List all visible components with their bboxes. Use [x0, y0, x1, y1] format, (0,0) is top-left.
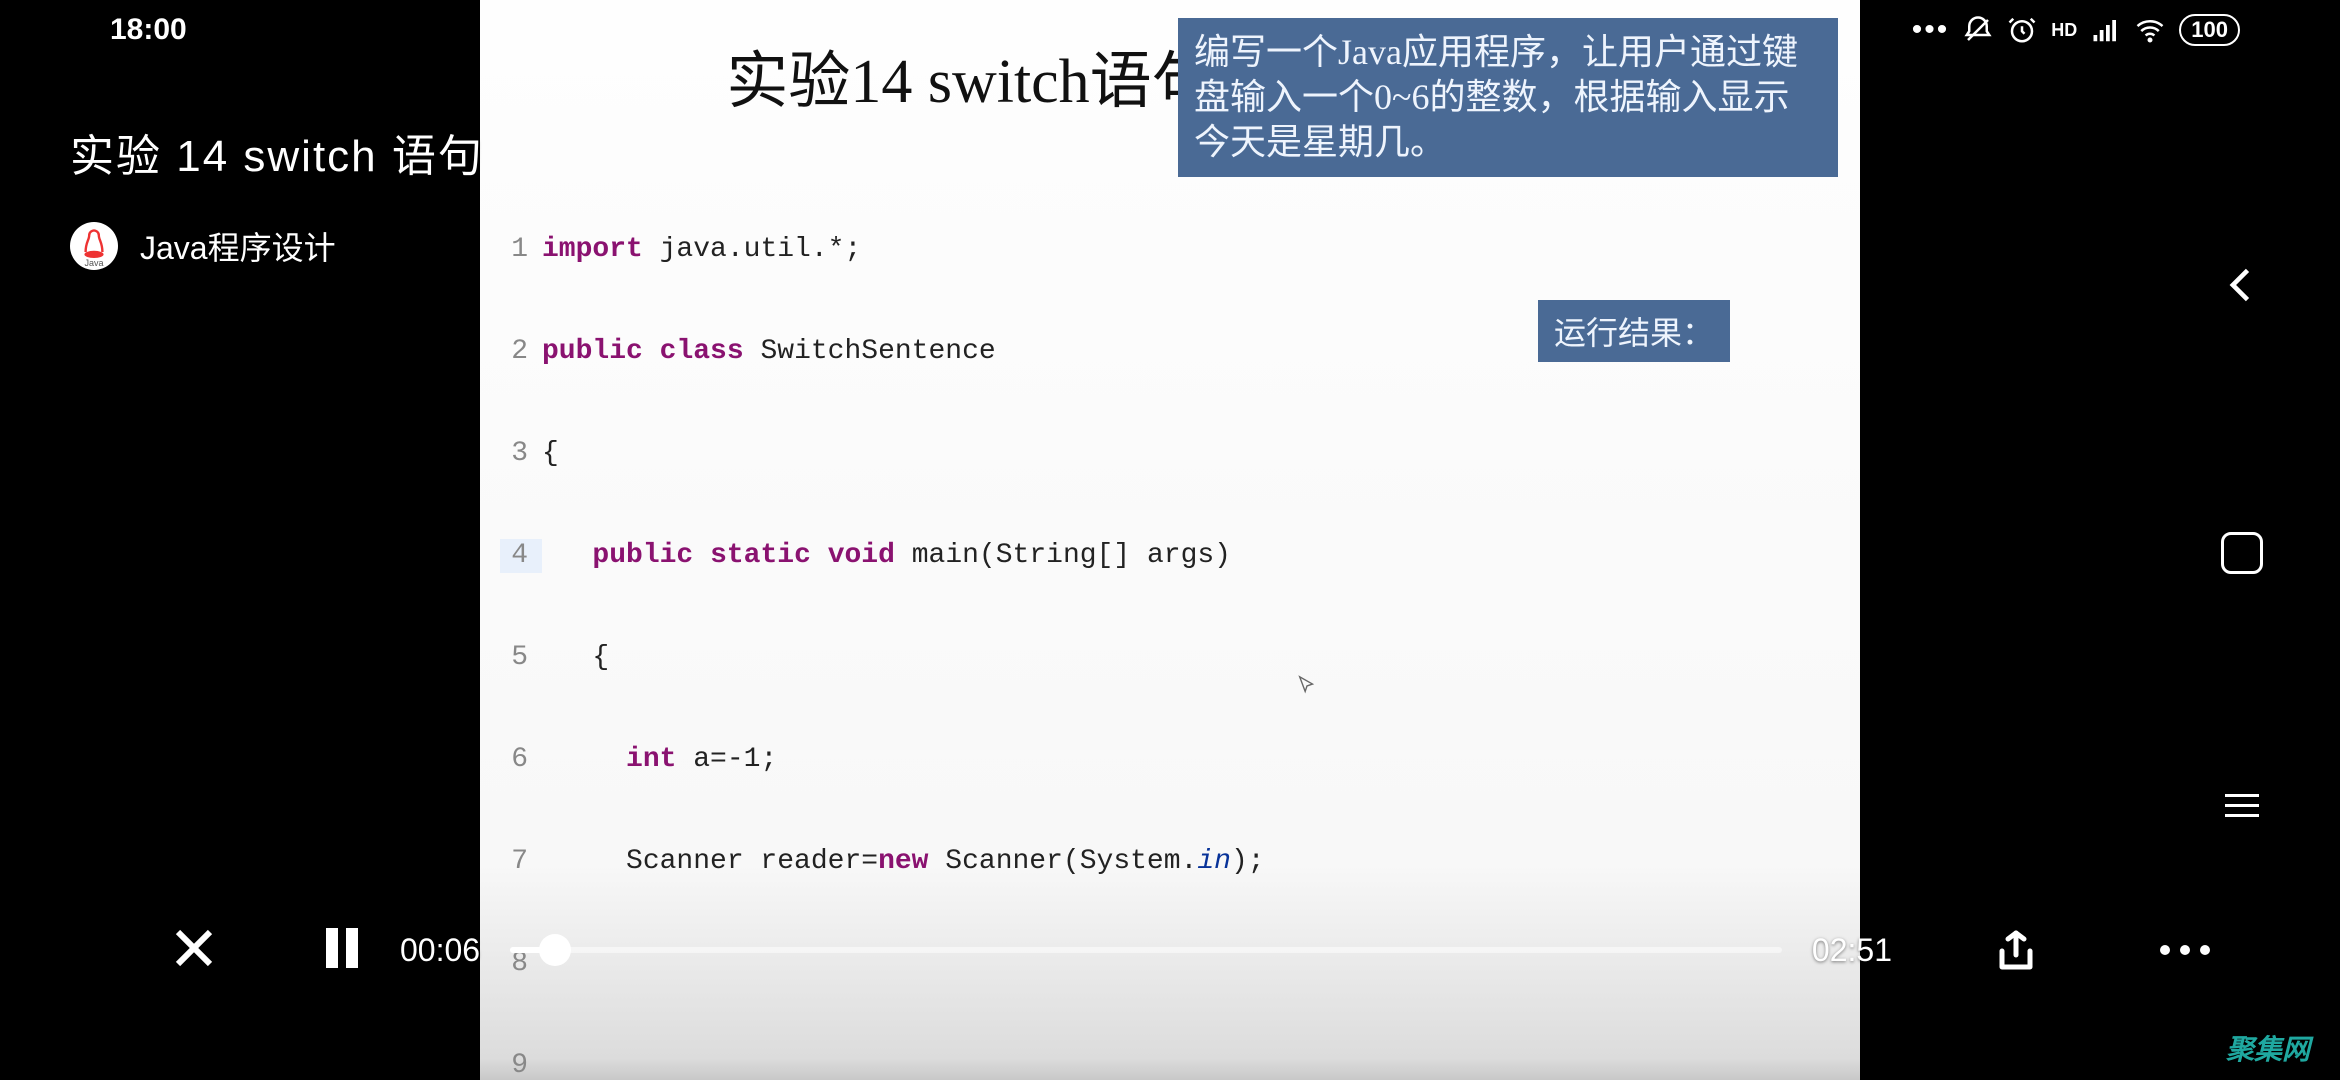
back-button[interactable]	[2220, 263, 2264, 312]
video-info: 实验 14 switch 语句 Java Java程序设计	[70, 120, 484, 270]
mouse-cursor-icon	[1296, 674, 1318, 703]
status-bar: 18:00 ••• HD 100	[0, 0, 2340, 60]
author-row[interactable]: Java Java程序设计	[70, 222, 484, 270]
more-button[interactable]	[2160, 945, 2210, 955]
result-label: 运行结果：	[1538, 300, 1730, 362]
recent-apps-button[interactable]	[2221, 532, 2263, 574]
video-content[interactable]: 实验14 switch语句 编写一个Java应用程序，让用户通过键盘输入一个0~…	[480, 0, 1860, 1080]
battery-level: 100	[2179, 14, 2240, 46]
current-time: 00:06	[400, 932, 480, 969]
progress-track[interactable]	[510, 947, 1782, 953]
watermark: 聚集网	[2226, 1028, 2310, 1068]
player-controls: 00:06 02:51	[170, 920, 2210, 980]
signal-icon	[2091, 15, 2121, 45]
hd-icon: HD	[2051, 20, 2077, 41]
video-title: 实验 14 switch 语句	[70, 120, 484, 184]
pause-button[interactable]	[318, 924, 366, 977]
avatar[interactable]: Java	[70, 222, 118, 270]
author-name[interactable]: Java程序设计	[140, 223, 336, 269]
progress-thumb[interactable]	[539, 934, 571, 966]
menu-button[interactable]	[2225, 794, 2259, 817]
share-button[interactable]	[1992, 927, 2040, 980]
system-nav	[2192, 0, 2292, 1080]
status-dots-icon: •••	[1912, 13, 1950, 47]
alarm-icon	[2007, 15, 2037, 45]
mute-icon	[1963, 15, 1993, 45]
duration: 02:51	[1812, 932, 1892, 969]
close-button[interactable]	[170, 924, 218, 977]
status-right: ••• HD 100	[1912, 13, 2240, 47]
wifi-icon	[2135, 15, 2165, 45]
status-time: 18:00	[110, 13, 187, 47]
